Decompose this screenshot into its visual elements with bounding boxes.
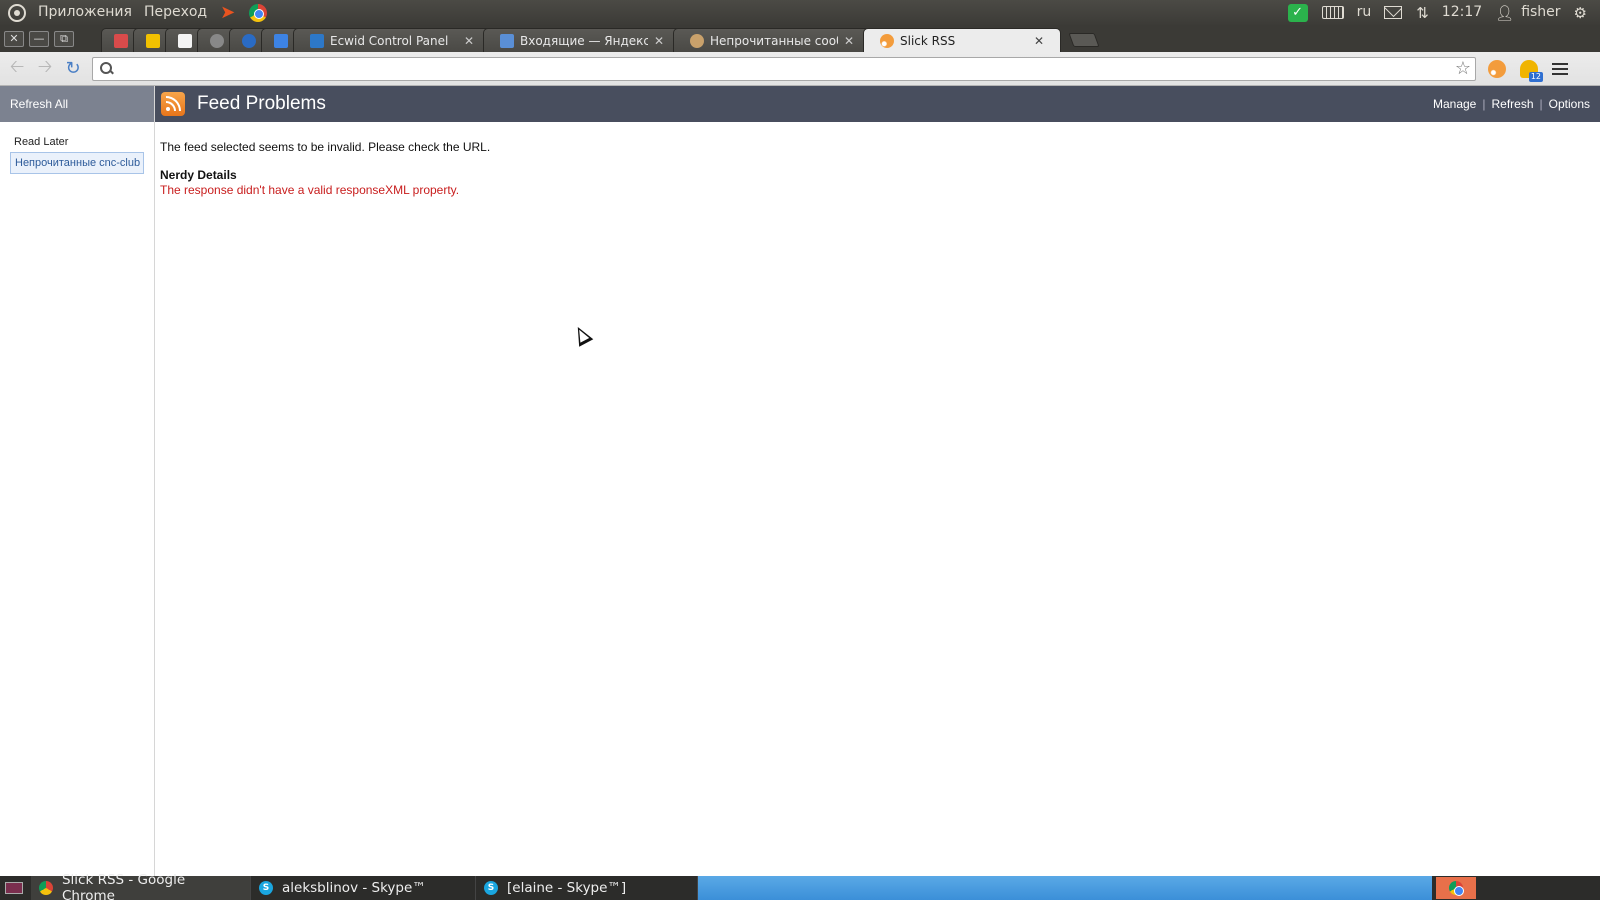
places-menu[interactable]: Переход bbox=[138, 0, 213, 25]
address-input[interactable] bbox=[121, 61, 1455, 76]
error-message: The feed selected seems to be invalid. P… bbox=[160, 140, 491, 154]
notifier-extension-button[interactable]: 12 bbox=[1518, 58, 1543, 82]
tab-label: Входящие — Яндекс.Почта bbox=[520, 33, 648, 48]
reload-icon[interactable]: ↻ bbox=[62, 58, 84, 80]
chrome-icon bbox=[1449, 881, 1464, 896]
chrome-icon bbox=[249, 3, 268, 22]
user-name[interactable]: fisher bbox=[1521, 0, 1566, 25]
task-label: aleksblinov - Skype™ bbox=[282, 880, 426, 896]
chrome-launcher[interactable] bbox=[249, 3, 268, 22]
messaging-menu[interactable] bbox=[1384, 6, 1403, 19]
chrome-menu-icon[interactable] bbox=[1552, 62, 1568, 75]
forward-arrow-icon[interactable]: 🡢︎ bbox=[34, 56, 56, 80]
back-arrow-icon[interactable]: 🡠︎ bbox=[6, 56, 28, 80]
mail-icon bbox=[1384, 6, 1403, 19]
main-panel: Feed Problems Manage | Refresh | Options… bbox=[155, 86, 1600, 876]
window-close-button[interactable]: ✕ bbox=[4, 30, 24, 47]
document-favicon-icon bbox=[178, 33, 192, 48]
app-favicon-icon bbox=[146, 33, 160, 48]
tab-yandex-mail[interactable]: Входящие — Яндекс.Почта ✕ bbox=[483, 28, 681, 52]
skype-icon: S bbox=[484, 881, 498, 895]
tab-slick-rss[interactable]: Slick RSS ✕ bbox=[863, 28, 1061, 52]
mail-favicon-icon bbox=[500, 33, 514, 48]
feed-item-cnc-club[interactable]: Непрочитанные cnc-club bbox=[10, 152, 144, 174]
window-restore-button[interactable]: ⧉ bbox=[54, 30, 74, 47]
task-label: Slick RSS - Google Chrome bbox=[61, 872, 186, 900]
feed-item-read-later[interactable]: Read Later bbox=[10, 132, 144, 152]
link-separator: | bbox=[1539, 97, 1543, 111]
keyboard-icon bbox=[1321, 6, 1344, 19]
refresh-all-button[interactable]: Refresh All bbox=[0, 86, 154, 122]
task-slick-rss-chrome[interactable]: Slick RSS - Google Chrome bbox=[31, 872, 251, 900]
browser-tab-strip: ✕ — ⧉ Ecwid Control Panel ✕ Входящие — Я… bbox=[0, 25, 1600, 52]
address-bar[interactable]: ☆ bbox=[92, 56, 1476, 81]
feed-content: The feed selected seems to be invalid. P… bbox=[155, 122, 1600, 215]
header-links: Manage | Refresh | Options bbox=[1433, 97, 1600, 111]
bookmark-star-icon[interactable]: ☆ bbox=[1455, 58, 1471, 79]
rss-icon bbox=[1488, 59, 1506, 78]
window-minimize-button[interactable]: — bbox=[29, 30, 49, 47]
calendar-favicon-icon bbox=[114, 33, 128, 48]
search-icon bbox=[99, 61, 115, 77]
task-label: [elaine - Skype™] bbox=[507, 880, 627, 896]
ubuntu-logo-icon[interactable] bbox=[8, 3, 26, 22]
page-title: Feed Problems bbox=[197, 93, 326, 114]
feed-list: Read Later Непрочитанные cnc-club bbox=[0, 122, 154, 174]
cart-favicon-icon bbox=[310, 33, 324, 48]
checkmark-icon: ✓ bbox=[1287, 3, 1308, 22]
rss-favicon-icon bbox=[880, 33, 894, 48]
nerdy-details-text: The response didn't have a valid respons… bbox=[160, 183, 460, 197]
manage-link[interactable]: Manage bbox=[1433, 97, 1476, 111]
tab-unread-messages[interactable]: Непрочитанные сообщения ✕ bbox=[673, 28, 871, 52]
tab-close-icon[interactable]: ✕ bbox=[654, 34, 664, 48]
compass-favicon-icon bbox=[242, 33, 256, 48]
network-arrows-icon[interactable]: ⇅ bbox=[1416, 4, 1429, 22]
taskbar-empty-area bbox=[698, 876, 1432, 900]
keyboard-layout[interactable]: ru bbox=[1351, 0, 1378, 25]
clock[interactable]: 12:17 bbox=[1436, 0, 1488, 25]
system-top-panel: Приложения Переход ➤ ✓ ru ⇅ 12:17 👤︎ fis… bbox=[0, 0, 1600, 25]
nerdy-details-heading: Nerdy Details bbox=[160, 168, 237, 182]
tab-label: Slick RSS bbox=[900, 33, 956, 48]
refresh-link[interactable]: Refresh bbox=[1491, 97, 1533, 111]
translate-favicon-icon bbox=[274, 33, 288, 48]
window-list-taskbar: Slick RSS - Google Chrome S aleksblinov … bbox=[0, 872, 1600, 900]
share-icon[interactable]: ➤ bbox=[220, 2, 235, 23]
sync-status[interactable]: ✓ bbox=[1287, 3, 1308, 22]
workspace-switcher[interactable] bbox=[1436, 877, 1476, 899]
options-link[interactable]: Options bbox=[1549, 97, 1590, 111]
chrome-icon bbox=[39, 881, 53, 895]
task-skype-aleksblinov[interactable]: S aleksblinov - Skype™ bbox=[251, 876, 476, 900]
rss-logo-icon bbox=[161, 92, 185, 116]
new-tab-button[interactable] bbox=[1068, 33, 1100, 47]
show-desktop-icon[interactable] bbox=[5, 882, 23, 894]
task-skype-elaine[interactable]: S [elaine - Skype™] bbox=[476, 876, 698, 900]
tab-label: Непрочитанные сообщения bbox=[710, 33, 838, 48]
window-controls: ✕ — ⧉ bbox=[0, 25, 79, 52]
link-separator: | bbox=[1482, 97, 1486, 111]
tab-close-icon[interactable]: ✕ bbox=[844, 34, 854, 48]
user-icon: 👤︎ bbox=[1495, 3, 1515, 22]
browser-toolbar: 🡠︎ 🡢︎ ↻ ☆ 12 bbox=[0, 52, 1600, 86]
session-gear-icon[interactable]: ⚙ bbox=[1574, 4, 1587, 22]
tab-label: Ecwid Control Panel bbox=[330, 33, 449, 48]
main-header: Feed Problems Manage | Refresh | Options bbox=[155, 86, 1600, 122]
notification-badge: 12 bbox=[1528, 71, 1543, 82]
feed-sidebar: Refresh All Read Later Непрочитанные cnc… bbox=[0, 86, 155, 876]
microphone-favicon-icon bbox=[210, 33, 224, 48]
skype-icon: S bbox=[259, 881, 273, 895]
tab-ecwid[interactable]: Ecwid Control Panel ✕ bbox=[293, 28, 491, 52]
slick-rss-extension-button[interactable] bbox=[1486, 58, 1508, 80]
tab-close-icon[interactable]: ✕ bbox=[1034, 34, 1044, 48]
applications-menu[interactable]: Приложения bbox=[32, 0, 138, 25]
tab-close-icon[interactable]: ✕ bbox=[464, 34, 474, 48]
keyboard-indicator[interactable] bbox=[1321, 6, 1344, 19]
workspace-slots[interactable] bbox=[1480, 876, 1600, 900]
forum-favicon-icon bbox=[690, 33, 704, 48]
